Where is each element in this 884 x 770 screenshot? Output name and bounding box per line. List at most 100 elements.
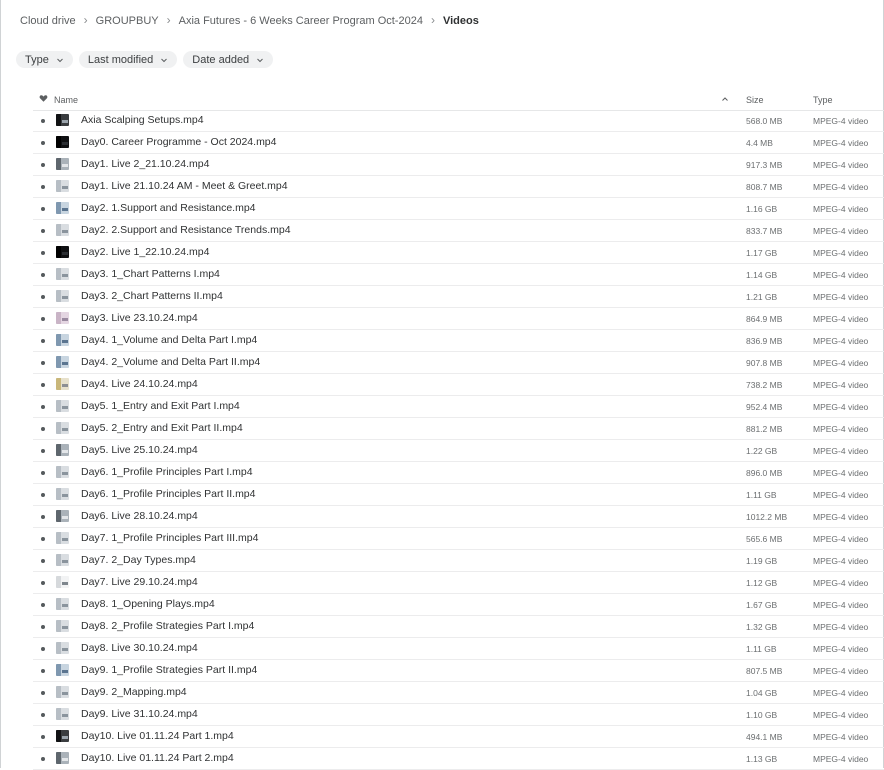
file-row[interactable]: Day1. Live 2_21.10.24.mp4 917.3 MB MPEG-4 … — [33, 154, 884, 176]
last-modified-filter-button[interactable]: Last modified — [78, 51, 178, 68]
file-size: 808.7 MB — [746, 182, 783, 192]
file-name: Day6. 1_Profile Principles Part II.mp4 — [81, 488, 256, 500]
file-size: 1.14 GB — [746, 270, 778, 280]
breadcrumb-cloud-drive[interactable]: Cloud drive — [20, 15, 76, 27]
file-row[interactable]: Day10. Live 01.11.24 Part 2.mp4 1.13 GB MP… — [33, 748, 884, 770]
file-row[interactable]: Day4. Live 24.10.24.mp4 738.2 MB MPEG-4 vi… — [33, 374, 884, 396]
video-thumbnail-icon — [56, 598, 69, 610]
row-bullet-icon — [41, 185, 45, 189]
file-name: Day2. 1.Support and Resistance.mp4 — [81, 202, 256, 214]
video-thumbnail-icon — [56, 378, 69, 390]
file-name: Day3. 2_Chart Patterns II.mp4 — [81, 290, 223, 302]
name-column-header[interactable]: Name — [54, 95, 78, 105]
file-size: 1012.2 MB — [746, 512, 788, 522]
video-thumbnail-icon — [56, 334, 69, 346]
chevron-right-icon: › — [430, 13, 435, 27]
video-thumbnail-icon — [56, 444, 69, 456]
file-row[interactable]: Axia Scalping Setups.mp4 568.0 MB MPEG-4 v… — [33, 110, 884, 132]
video-thumbnail-icon — [56, 730, 69, 742]
file-type: MPEG-4 video — [813, 380, 869, 390]
file-row[interactable]: Day2. 2.Support and Resistance Trends.mp… — [33, 220, 884, 242]
file-row[interactable]: Day3. 1_Chart Patterns I.mp4 1.14 GB MPEG-… — [33, 264, 884, 286]
file-row[interactable]: Day4. 1_Volume and Delta Part I.mp4 836.9… — [33, 330, 884, 352]
row-bullet-icon — [41, 625, 45, 629]
breadcrumb-course-folder[interactable]: Axia Futures - 6 Weeks Career Program Oc… — [179, 15, 423, 27]
file-row[interactable]: Day9. 2_Mapping.mp4 1.04 GB MPEG-4 video — [33, 682, 884, 704]
file-name: Day9. 2_Mapping.mp4 — [81, 686, 187, 698]
file-type: MPEG-4 video — [813, 204, 869, 214]
file-type: MPEG-4 video — [813, 182, 869, 192]
file-row[interactable]: Day6. Live 28.10.24.mp4 1012.2 MB MPEG-4 v… — [33, 506, 884, 528]
file-row[interactable]: Day7. 1_Profile Principles Part III.mp4 5… — [33, 528, 884, 550]
file-row[interactable]: Day2. 1.Support and Resistance.mp4 1.16 G… — [33, 198, 884, 220]
file-row[interactable]: Day9. Live 31.10.24.mp4 1.10 GB MPEG-4 vid… — [33, 704, 884, 726]
video-thumbnail-icon — [56, 114, 69, 126]
file-type: MPEG-4 video — [813, 644, 869, 654]
file-row[interactable]: Day3. Live 23.10.24.mp4 864.9 MB MPEG-4 vi… — [33, 308, 884, 330]
type-filter-label: Type — [25, 53, 49, 66]
file-row[interactable]: Day1. Live 21.10.24 AM - Meet & Greet.mp… — [33, 176, 884, 198]
file-row[interactable]: Day5. Live 25.10.24.mp4 1.22 GB MPEG-4 vid… — [33, 440, 884, 462]
file-name: Day4. 1_Volume and Delta Part I.mp4 — [81, 334, 258, 346]
file-type: MPEG-4 video — [813, 512, 869, 522]
file-size: 494.1 MB — [746, 732, 783, 742]
file-row[interactable]: Day8. 2_Profile Strategies Part I.mp4 1.3… — [33, 616, 884, 638]
row-bullet-icon — [41, 669, 45, 673]
file-size: 1.12 GB — [746, 578, 778, 588]
file-row[interactable]: Day0. Career Programme - Oct 2024.mp4 4.4… — [33, 132, 884, 154]
file-name: Day2. 2.Support and Resistance Trends.mp… — [81, 224, 291, 236]
file-size: 1.11 GB — [746, 644, 777, 654]
file-row[interactable]: Day10. Live 01.11.24 Part 1.mp4 494.1 MB M… — [33, 726, 884, 748]
file-row[interactable]: Day8. Live 30.10.24.mp4 1.11 GB MPEG-4 vid… — [33, 638, 884, 660]
file-size: 1.04 GB — [746, 688, 778, 698]
file-type: MPEG-4 video — [813, 314, 869, 324]
file-row[interactable]: Day5. 2_Entry and Exit Part II.mp4 881.2 … — [33, 418, 884, 440]
file-type: MPEG-4 video — [813, 578, 869, 588]
video-thumbnail-icon — [56, 488, 69, 500]
file-row[interactable]: Day2. Live 1_22.10.24.mp4 1.17 GB MPEG-4 v… — [33, 242, 884, 264]
file-row[interactable]: Day7. Live 29.10.24.mp4 1.12 GB MPEG-4 vid… — [33, 572, 884, 594]
row-bullet-icon — [41, 229, 45, 233]
file-row[interactable]: Day6. 1_Profile Principles Part I.mp4 896… — [33, 462, 884, 484]
file-row[interactable]: Day3. 2_Chart Patterns II.mp4 1.21 GB MPEG… — [33, 286, 884, 308]
file-type: MPEG-4 video — [813, 424, 869, 434]
file-type: MPEG-4 video — [813, 358, 869, 368]
video-thumbnail-icon — [56, 686, 69, 698]
breadcrumb-groupbuy[interactable]: GROUPBUY — [96, 15, 159, 27]
row-bullet-icon — [41, 735, 45, 739]
row-bullet-icon — [41, 119, 45, 123]
video-thumbnail-icon — [56, 356, 69, 368]
file-row[interactable]: Day5. 1_Entry and Exit Part I.mp4 952.4 M… — [33, 396, 884, 418]
date-added-filter-button[interactable]: Date added — [183, 51, 274, 68]
file-type: MPEG-4 video — [813, 270, 869, 280]
file-size: 1.32 GB — [746, 622, 778, 632]
favourite-heart-icon[interactable] — [39, 94, 48, 103]
row-bullet-icon — [41, 405, 45, 409]
file-row[interactable]: Day4. 2_Volume and Delta Part II.mp4 907.… — [33, 352, 884, 374]
row-bullet-icon — [41, 207, 45, 211]
type-filter-button[interactable]: Type — [16, 51, 73, 68]
row-bullet-icon — [41, 449, 45, 453]
file-name: Day7. 2_Day Types.mp4 — [81, 554, 196, 566]
file-row[interactable]: Day7. 2_Day Types.mp4 1.19 GB MPEG-4 video — [33, 550, 884, 572]
row-bullet-icon — [41, 163, 45, 167]
type-column-header[interactable]: Type — [813, 95, 833, 105]
filter-bar: Type Last modified Date added — [16, 51, 274, 68]
last-modified-filter-label: Last modified — [87, 53, 154, 66]
file-type: MPEG-4 video — [813, 534, 869, 544]
file-size: 1.16 GB — [746, 204, 778, 214]
row-bullet-icon — [41, 383, 45, 387]
file-size: 881.2 MB — [746, 424, 783, 434]
file-row[interactable]: Day9. 1_Profile Strategies Part II.mp4 80… — [33, 660, 884, 682]
file-row[interactable]: Day8. 1_Opening Plays.mp4 1.67 GB MPEG-4 v… — [33, 594, 884, 616]
video-thumbnail-icon — [56, 422, 69, 434]
file-name: Day3. 1_Chart Patterns I.mp4 — [81, 268, 220, 280]
file-row[interactable]: Day6. 1_Profile Principles Part II.mp4 1.… — [33, 484, 884, 506]
video-thumbnail-icon — [56, 202, 69, 214]
chevron-down-icon — [160, 56, 168, 64]
size-column-header[interactable]: Size — [746, 95, 764, 105]
file-size: 565.6 MB — [746, 534, 783, 544]
sort-ascending-icon[interactable] — [721, 95, 729, 103]
video-thumbnail-icon — [56, 510, 69, 522]
file-name: Day2. Live 1_22.10.24.mp4 — [81, 246, 210, 258]
